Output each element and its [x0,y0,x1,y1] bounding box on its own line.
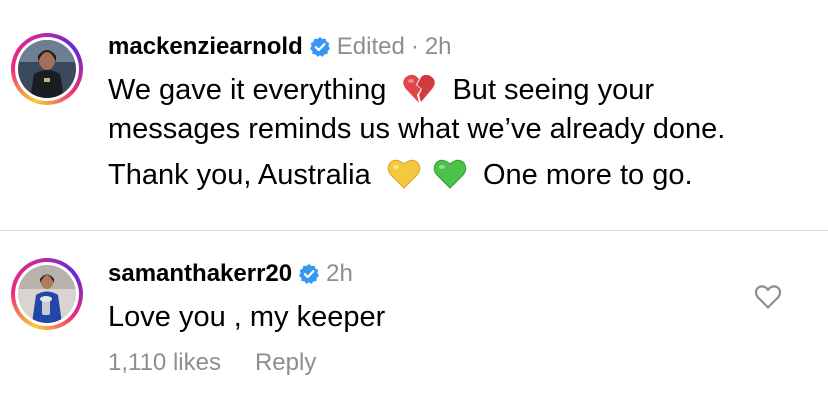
comment-timestamp: 2h [326,260,353,287]
caption-line-2: messages reminds us what we’ve already d… [108,113,726,145]
caption-line-1: We gave it everything But seeing your [108,71,654,109]
comment-item: samanthakerr20 2h Love you , my keeper 1… [0,231,828,405]
reply-button[interactable]: Reply [255,349,316,377]
likes-count[interactable]: 1,110 likes [108,349,221,377]
comment-username[interactable]: samanthakerr20 [108,260,292,288]
heart-outline-icon [754,285,782,309]
author-avatar-photo [18,40,76,98]
green-heart-icon [433,158,467,190]
like-comment-button[interactable] [754,284,782,310]
post-caption: mackenziearnold Edited · 2h We gave it e… [0,0,828,230]
verified-badge-icon [309,36,331,58]
caption-line-3: Thank you, Australia One more to go. [108,156,693,194]
comment-actions: 1,110 likes Reply [108,349,316,377]
meta-separator: · [410,33,419,60]
caption-header: mackenziearnold Edited · 2h [108,33,452,61]
verified-badge-icon [298,263,320,285]
caption-username[interactable]: mackenziearnold [108,33,303,61]
caption-timestamp: 2h [424,33,452,60]
comment-header: samanthakerr20 2h [108,260,353,288]
caption-text: One more to go. [482,159,693,191]
commenter-avatar[interactable] [11,258,83,330]
commenter-avatar-photo [18,265,76,323]
yellow-heart-icon [387,158,421,190]
author-avatar[interactable] [11,33,83,105]
broken-heart-icon [402,73,436,105]
comment-text: Love you , my keeper [108,301,386,333]
caption-text: But seeing your [452,74,654,106]
caption-text: Thank you, Australia [108,159,371,191]
caption-text: We gave it everything [108,74,387,106]
edited-label: Edited [336,33,405,60]
